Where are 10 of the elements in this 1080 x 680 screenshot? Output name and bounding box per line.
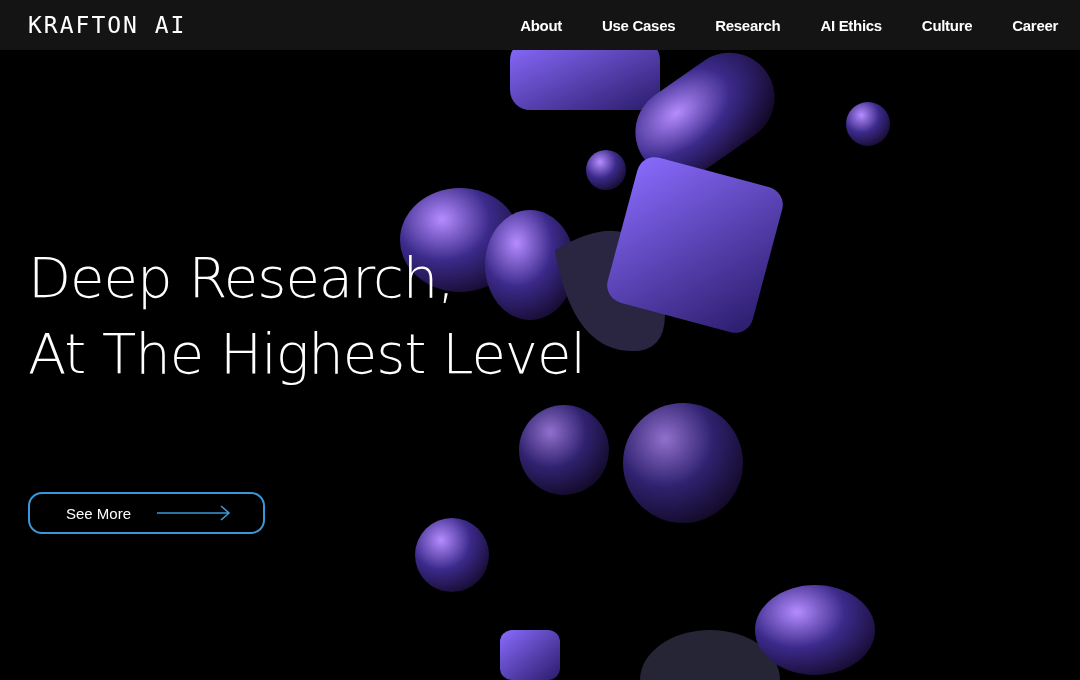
- nav-link[interactable]: Career: [1012, 16, 1058, 34]
- nav-link[interactable]: About: [520, 16, 563, 34]
- arrow-right-icon: [157, 505, 232, 521]
- nav-link[interactable]: Culture: [921, 16, 973, 34]
- hero-headline: Deep Research, At The Highest Level: [28, 244, 586, 388]
- logo[interactable]: KRAFTON AI: [28, 12, 187, 38]
- nav-link[interactable]: Research: [715, 16, 781, 34]
- nav-link[interactable]: AI Ethics: [820, 16, 882, 34]
- nav-link[interactable]: Use Cases: [602, 16, 676, 34]
- see-more-button[interactable]: See More: [28, 492, 265, 534]
